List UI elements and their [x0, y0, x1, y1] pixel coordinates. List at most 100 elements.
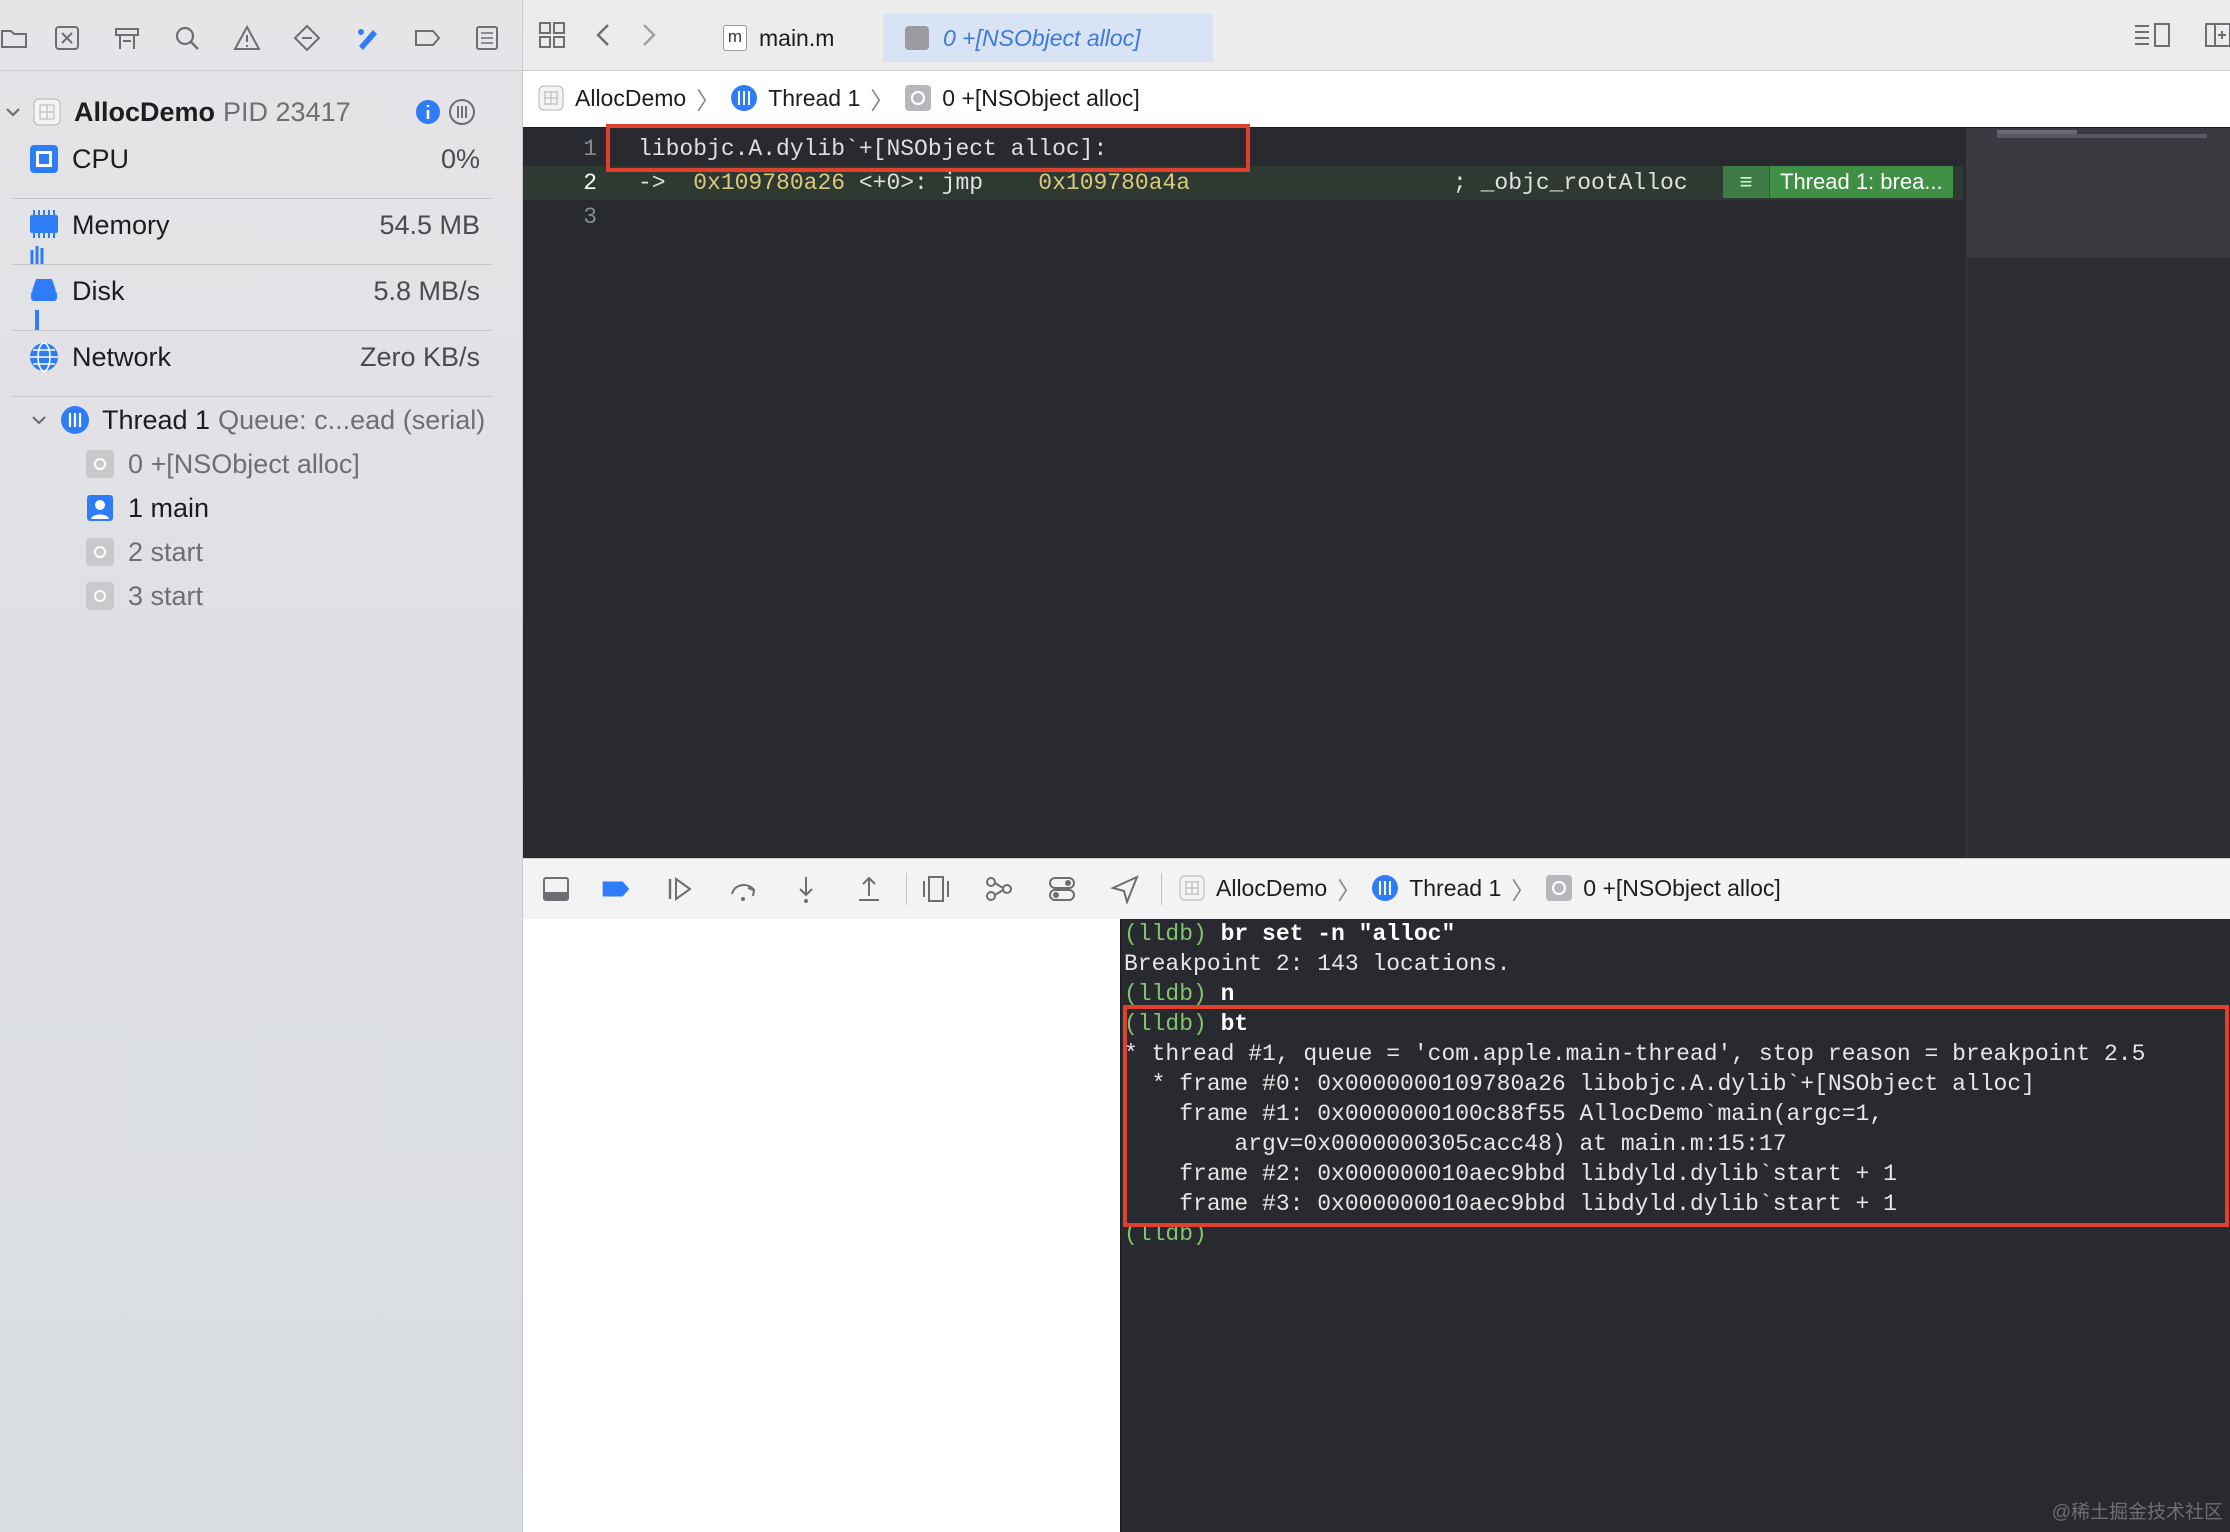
cpu-icon: [28, 143, 60, 175]
thread-breakpoint-badge[interactable]: ≡ Thread 1: brea...: [1723, 166, 1953, 198]
step-over-icon[interactable]: [728, 874, 758, 904]
memory-graph-icon[interactable]: [984, 874, 1014, 904]
divider: [1161, 873, 1162, 905]
stack-frame-item[interactable]: 1 main: [86, 488, 209, 528]
frame-label: 1 main: [128, 492, 210, 523]
breadcrumb-item[interactable]: Thread 1: [768, 85, 860, 112]
step-into-icon[interactable]: [791, 874, 821, 904]
line-number: 3: [583, 204, 597, 230]
disclosure-chevron-icon[interactable]: [30, 411, 48, 429]
user-frame-icon: [86, 494, 114, 522]
variables-view[interactable]: [523, 919, 1120, 1532]
gauge-label: Memory: [72, 209, 170, 240]
warning-icon[interactable]: [233, 24, 261, 52]
stack-frame-item[interactable]: 2 start: [86, 532, 203, 572]
gauge-network[interactable]: Network Zero KB/s: [0, 332, 500, 382]
minimap[interactable]: [1966, 128, 2230, 858]
gauge-value: 0%: [440, 143, 480, 174]
hide-debug-area-icon[interactable]: [541, 874, 571, 904]
grid-icon[interactable]: [537, 20, 567, 50]
breadcrumb-item[interactable]: Thread 1: [1409, 875, 1501, 902]
tab-main-m[interactable]: m main.m: [723, 14, 834, 62]
lldb-console[interactable]: (lldb) br set -n "alloc" Breakpoint 2: 1…: [1120, 919, 2230, 1532]
thread-row[interactable]: Thread 1 Queue: c...ead (serial): [0, 396, 500, 444]
folder-icon[interactable]: [0, 24, 28, 52]
console-line: Breakpoint 2: 143 locations.: [1124, 951, 1511, 977]
source-control-icon[interactable]: [53, 24, 81, 52]
gauge-memory[interactable]: Memory 54.5 MB: [0, 200, 500, 250]
gauge-value: 54.5 MB: [379, 209, 480, 240]
gear-icon: [905, 26, 929, 50]
breadcrumb-separator-icon: 〉: [870, 87, 895, 115]
jump-target: 0x109780a4a: [1038, 170, 1191, 196]
console-line: (lldb) br set -n "alloc": [1124, 919, 1455, 949]
breadcrumb: AllocDemo 〉 Thread 1 〉 0 +[NSObject allo…: [537, 78, 1140, 118]
thread-icon: [730, 84, 758, 112]
app-icon: [537, 84, 565, 112]
stack-frame-item[interactable]: 0 +[NSObject alloc]: [86, 444, 360, 484]
minimap-viewport[interactable]: [1967, 128, 2230, 258]
instruction-comment: ; _objc_rootAlloc: [1453, 170, 1688, 196]
breadcrumb-item[interactable]: 0 +[NSObject alloc]: [942, 85, 1140, 112]
stack-frame-item[interactable]: 3 start: [86, 576, 203, 616]
breakpoints-toggle-icon[interactable]: [601, 874, 637, 904]
test-icon[interactable]: [293, 24, 321, 52]
divider: [12, 198, 492, 199]
breadcrumb-separator-icon: 〉: [1337, 877, 1362, 905]
file-badge: m: [723, 25, 747, 51]
continue-icon[interactable]: [665, 874, 695, 904]
breadcrumb-item[interactable]: 0 +[NSObject alloc]: [1583, 875, 1781, 902]
minimap-line: [1997, 134, 2207, 138]
debug-icon[interactable]: [353, 24, 381, 52]
console-prompt: (lldb): [1124, 981, 1207, 1007]
network-globe-icon: [28, 341, 60, 373]
thread-icon: [60, 405, 90, 435]
disk-sparkline: [35, 310, 39, 330]
highlight-box: [1123, 1005, 2229, 1227]
instruction-text: <+0>: jmp: [845, 170, 1039, 196]
gear-icon: [904, 84, 932, 112]
frame-label: 0 +[NSObject alloc]: [128, 448, 360, 479]
list-icon: ≡: [1723, 166, 1770, 198]
gauge-value: Zero KB/s: [359, 341, 480, 372]
watermark: @稀土掘金技术社区: [2051, 1502, 2223, 1523]
disclosure-chevron-icon[interactable]: [4, 103, 22, 121]
tab-disassembly[interactable]: 0 +[NSObject alloc]: [883, 14, 1213, 62]
info-icon[interactable]: [414, 98, 442, 126]
report-icon[interactable]: [473, 24, 501, 52]
code-line: 3: [523, 200, 1963, 234]
breadcrumb-separator-icon: 〉: [1511, 877, 1536, 905]
tab-label: main.m: [759, 24, 835, 51]
breadcrumb-separator-icon: 〉: [696, 87, 721, 115]
breadcrumb-item[interactable]: AllocDemo: [1216, 875, 1327, 902]
breadcrumb-item[interactable]: AllocDemo: [575, 85, 686, 112]
search-icon[interactable]: [173, 24, 201, 52]
gauge-disk[interactable]: Disk 5.8 MB/s: [0, 266, 500, 316]
thread-queue: Queue: c...ead (serial): [218, 404, 486, 435]
view-hierarchy-icon[interactable]: [921, 874, 951, 904]
gauge-cpu[interactable]: CPU 0%: [0, 134, 500, 184]
thread-icon[interactable]: [448, 98, 476, 126]
line-number: 1: [583, 136, 597, 162]
console-prompt: (lldb): [1124, 921, 1207, 947]
tab-label: 0 +[NSObject alloc]: [943, 24, 1141, 51]
disassembly-editor[interactable]: 1 libobjc.A.dylib`+[NSObject alloc]: 2 -…: [523, 124, 2230, 858]
process-row[interactable]: AllocDemo PID 23417: [0, 87, 500, 137]
forward-chevron-icon[interactable]: [633, 20, 663, 50]
gauge-label: Disk: [72, 275, 125, 306]
step-out-icon[interactable]: [854, 874, 884, 904]
symbol-icon[interactable]: [113, 24, 141, 52]
divider: [906, 873, 907, 905]
gear-icon: [1545, 874, 1573, 902]
gauge-label: Network: [72, 341, 172, 372]
add-editor-icon[interactable]: [2203, 20, 2230, 50]
simulate-location-icon[interactable]: [1110, 874, 1140, 906]
breakpoint-icon[interactable]: [413, 24, 441, 52]
back-chevron-icon[interactable]: [589, 20, 619, 50]
debug-navigator: AllocDemo PID 23417 CPU 0% Memory 54.5 M…: [0, 0, 523, 1532]
thread-icon: [1371, 874, 1399, 902]
editor-options-icon[interactable]: [2133, 20, 2173, 50]
process-pid: PID 23417: [223, 96, 351, 127]
environment-overrides-icon[interactable]: [1047, 874, 1077, 904]
console-command: br set -n "alloc": [1206, 921, 1456, 947]
